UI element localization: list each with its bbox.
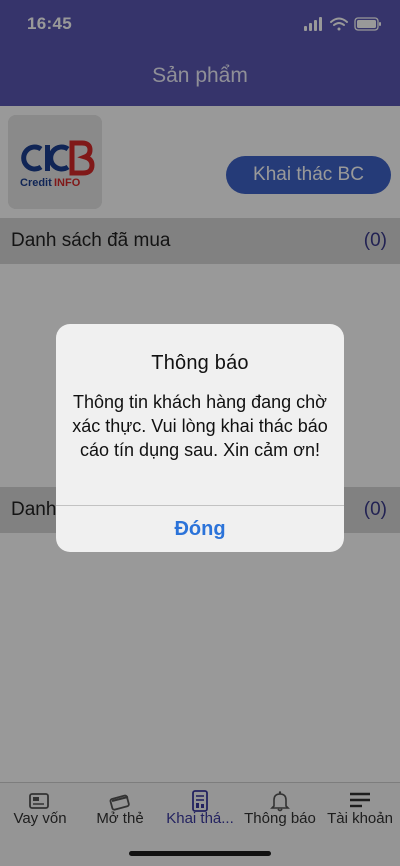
home-indicator[interactable]: [129, 851, 271, 856]
close-button[interactable]: Đóng: [56, 506, 344, 552]
app-screen: 16:45 Sản phẩm Credit INFO Khai thác BC …: [0, 0, 400, 866]
alert-dialog: Thông báo Thông tin khách hàng đang chờ …: [56, 324, 344, 552]
alert-title: Thông báo: [151, 352, 249, 374]
alert-message: Thông tin khách hàng đang chờ xác thực. …: [72, 392, 328, 460]
